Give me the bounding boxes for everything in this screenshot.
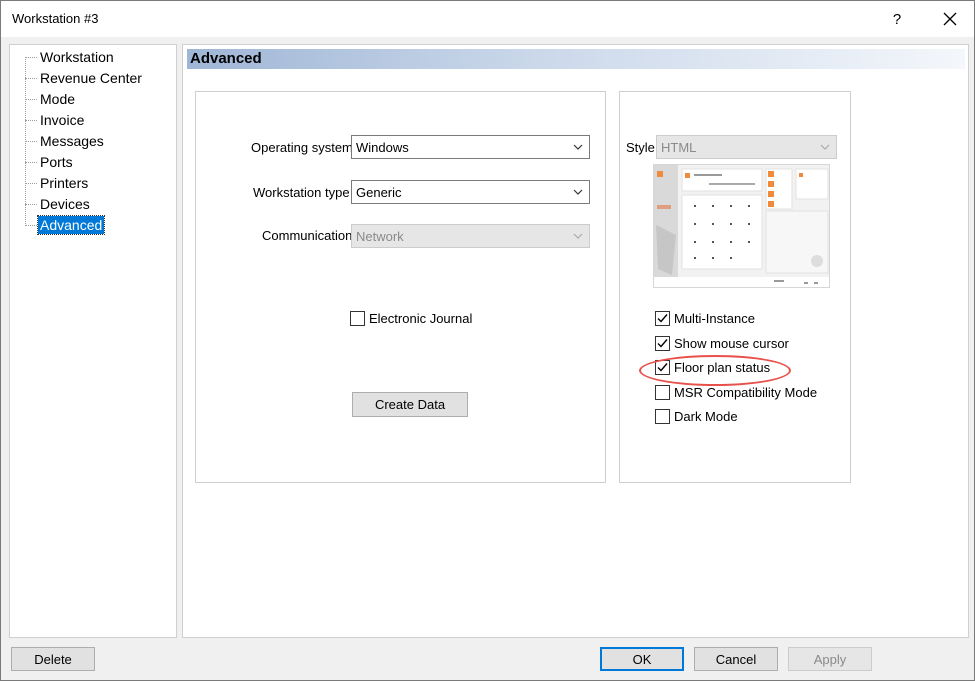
- chevron-down-icon: [573, 233, 583, 239]
- tree-item-devices[interactable]: Devices: [25, 194, 92, 214]
- msr-compatibility-label: MSR Compatibility Mode: [674, 385, 818, 400]
- show-mouse-cursor-checkbox[interactable]: Show mouse cursor: [655, 336, 789, 351]
- style-select[interactable]: HTML: [656, 135, 837, 159]
- workstation-type-value: Generic: [356, 184, 402, 200]
- settings-tree: Workstation Revenue Center Mode Invoice …: [9, 44, 177, 638]
- tree-item-label: Workstation: [40, 49, 114, 65]
- create-data-button[interactable]: Create Data: [352, 392, 468, 417]
- show-mouse-cursor-label: Show mouse cursor: [674, 336, 789, 351]
- window-title: Workstation #3: [12, 11, 99, 26]
- close-button[interactable]: [927, 1, 973, 37]
- dark-mode-checkbox[interactable]: Dark Mode: [655, 409, 738, 424]
- communication-select[interactable]: Network: [351, 224, 590, 248]
- tree-item-invoice[interactable]: Invoice: [25, 110, 86, 130]
- os-select[interactable]: Windows: [351, 135, 590, 159]
- tree-item-label: Advanced: [36, 215, 106, 235]
- style-label: Style: [626, 140, 655, 155]
- communication-label: Communication: [262, 228, 353, 243]
- section-title: Advanced: [187, 49, 965, 69]
- electronic-journal-label: Electronic Journal: [369, 311, 473, 326]
- title-bar: Workstation #3 ?: [1, 1, 974, 37]
- chevron-down-icon: [573, 144, 583, 150]
- apply-button[interactable]: Apply: [788, 647, 872, 671]
- advanced-panel: Advanced Operating system Windows Workst…: [182, 44, 969, 638]
- os-label: Operating system: [251, 140, 353, 155]
- tree-item-label: Invoice: [40, 112, 85, 128]
- workstation-dialog: Workstation #3 ? Workstation Revenue Cen…: [0, 0, 975, 681]
- tree-item-ports[interactable]: Ports: [25, 152, 75, 172]
- close-icon: [943, 12, 957, 26]
- chevron-down-icon: [573, 189, 583, 195]
- dark-mode-label: Dark Mode: [674, 409, 738, 424]
- cancel-button[interactable]: Cancel: [694, 647, 778, 671]
- checkmark-icon: [655, 311, 670, 326]
- style-value: HTML: [661, 139, 697, 155]
- style-preview-thumbnail: [653, 164, 830, 288]
- checkbox-box: [350, 311, 365, 326]
- tree-item-label: Devices: [40, 196, 90, 212]
- tree-item-revenue-center[interactable]: Revenue Center: [25, 68, 144, 88]
- chevron-down-icon: [820, 144, 830, 150]
- workstation-type-select[interactable]: Generic: [351, 180, 590, 204]
- system-settings-group: Operating system Windows Workstation typ…: [195, 91, 606, 483]
- tree-item-printers[interactable]: Printers: [25, 173, 90, 193]
- ok-button[interactable]: OK: [600, 647, 684, 671]
- checkmark-icon: [655, 336, 670, 351]
- tree-item-advanced[interactable]: Advanced: [25, 215, 106, 235]
- tree-item-workstation[interactable]: Workstation: [25, 47, 116, 67]
- checkbox-box: [655, 409, 670, 424]
- electronic-journal-checkbox[interactable]: Electronic Journal: [350, 311, 472, 326]
- annotation-highlight-ellipse: [639, 355, 791, 386]
- communication-value: Network: [356, 228, 404, 244]
- delete-button[interactable]: Delete: [11, 647, 95, 671]
- workstation-type-label: Workstation type: [253, 185, 350, 200]
- multi-instance-checkbox[interactable]: Multi-Instance: [655, 311, 755, 326]
- tree-item-messages[interactable]: Messages: [25, 131, 106, 151]
- tree-item-mode[interactable]: Mode: [25, 89, 77, 109]
- msr-compatibility-checkbox[interactable]: MSR Compatibility Mode: [655, 385, 817, 400]
- tree-item-label: Ports: [40, 154, 73, 170]
- os-value: Windows: [356, 139, 409, 155]
- tree-item-label: Revenue Center: [40, 70, 142, 86]
- preview-image: [654, 165, 829, 287]
- tree-item-label: Printers: [40, 175, 89, 191]
- checkbox-box: [655, 385, 670, 400]
- help-button[interactable]: ?: [877, 1, 917, 37]
- tree-item-label: Messages: [40, 133, 104, 149]
- tree-item-label: Mode: [40, 91, 76, 107]
- multi-instance-label: Multi-Instance: [674, 311, 755, 326]
